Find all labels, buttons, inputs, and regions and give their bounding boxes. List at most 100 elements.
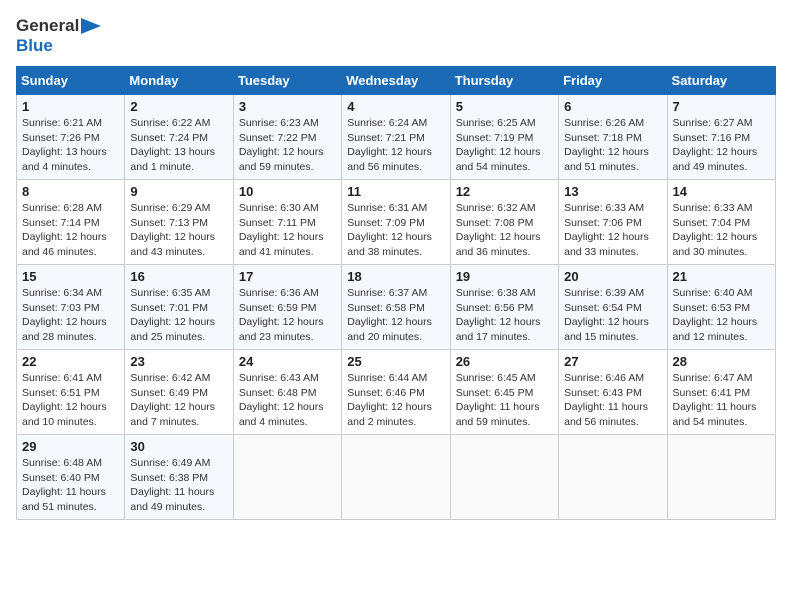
calendar-cell: 15 Sunrise: 6:34 AMSunset: 7:03 PMDayligh… xyxy=(17,265,125,350)
header: General Blue xyxy=(16,16,776,56)
day-detail: Sunrise: 6:39 AMSunset: 6:54 PMDaylight:… xyxy=(564,286,661,345)
calendar-cell xyxy=(559,435,667,520)
calendar-week-row: 29 Sunrise: 6:48 AMSunset: 6:40 PMDayligh… xyxy=(17,435,776,520)
day-detail: Sunrise: 6:35 AMSunset: 7:01 PMDaylight:… xyxy=(130,286,227,345)
calendar-cell: 14 Sunrise: 6:33 AMSunset: 7:04 PMDayligh… xyxy=(667,180,775,265)
day-number: 29 xyxy=(22,439,119,454)
day-detail: Sunrise: 6:42 AMSunset: 6:49 PMDaylight:… xyxy=(130,371,227,430)
weekday-header-sunday: Sunday xyxy=(17,67,125,95)
day-number: 10 xyxy=(239,184,336,199)
day-number: 28 xyxy=(673,354,770,369)
calendar-cell: 23 Sunrise: 6:42 AMSunset: 6:49 PMDayligh… xyxy=(125,350,233,435)
day-number: 30 xyxy=(130,439,227,454)
day-number: 1 xyxy=(22,99,119,114)
day-detail: Sunrise: 6:47 AMSunset: 6:41 PMDaylight:… xyxy=(673,371,770,430)
calendar-cell: 1 Sunrise: 6:21 AMSunset: 7:26 PMDaylight… xyxy=(17,95,125,180)
calendar-cell: 20 Sunrise: 6:39 AMSunset: 6:54 PMDayligh… xyxy=(559,265,667,350)
day-detail: Sunrise: 6:31 AMSunset: 7:09 PMDaylight:… xyxy=(347,201,444,260)
calendar-cell: 11 Sunrise: 6:31 AMSunset: 7:09 PMDayligh… xyxy=(342,180,450,265)
day-detail: Sunrise: 6:25 AMSunset: 7:19 PMDaylight:… xyxy=(456,116,553,175)
calendar-week-row: 1 Sunrise: 6:21 AMSunset: 7:26 PMDaylight… xyxy=(17,95,776,180)
day-number: 25 xyxy=(347,354,444,369)
logo-arrow-icon xyxy=(81,18,101,34)
day-number: 27 xyxy=(564,354,661,369)
calendar-cell: 5Sunrise: 6:25 AMSunset: 7:19 PMDaylight… xyxy=(450,95,558,180)
calendar-cell xyxy=(233,435,341,520)
calendar-cell: 29 Sunrise: 6:48 AMSunset: 6:40 PMDayligh… xyxy=(17,435,125,520)
day-detail: Sunrise: 6:48 AMSunset: 6:40 PMDaylight:… xyxy=(22,456,119,515)
day-number: 14 xyxy=(673,184,770,199)
calendar-cell: 30 Sunrise: 6:49 AMSunset: 6:38 PMDayligh… xyxy=(125,435,233,520)
weekday-header-row: SundayMondayTuesdayWednesdayThursdayFrid… xyxy=(17,67,776,95)
calendar-cell: 24 Sunrise: 6:43 AMSunset: 6:48 PMDayligh… xyxy=(233,350,341,435)
calendar-cell: 17 Sunrise: 6:36 AMSunset: 6:59 PMDayligh… xyxy=(233,265,341,350)
calendar-cell: 16 Sunrise: 6:35 AMSunset: 7:01 PMDayligh… xyxy=(125,265,233,350)
calendar-week-row: 8 Sunrise: 6:28 AMSunset: 7:14 PMDaylight… xyxy=(17,180,776,265)
calendar-cell: 12 Sunrise: 6:32 AMSunset: 7:08 PMDayligh… xyxy=(450,180,558,265)
day-number: 11 xyxy=(347,184,444,199)
calendar-cell: 8 Sunrise: 6:28 AMSunset: 7:14 PMDaylight… xyxy=(17,180,125,265)
calendar-cell: 28 Sunrise: 6:47 AMSunset: 6:41 PMDayligh… xyxy=(667,350,775,435)
day-detail: Sunrise: 6:33 AMSunset: 7:04 PMDaylight:… xyxy=(673,201,770,260)
logo-blue: Blue xyxy=(16,36,53,56)
day-number: 24 xyxy=(239,354,336,369)
calendar-cell: 9 Sunrise: 6:29 AMSunset: 7:13 PMDaylight… xyxy=(125,180,233,265)
calendar-cell: 22Sunrise: 6:41 AMSunset: 6:51 PMDayligh… xyxy=(17,350,125,435)
day-detail: Sunrise: 6:24 AMSunset: 7:21 PMDaylight:… xyxy=(347,116,444,175)
day-detail: Sunrise: 6:36 AMSunset: 6:59 PMDaylight:… xyxy=(239,286,336,345)
weekday-header-saturday: Saturday xyxy=(667,67,775,95)
logo-general: General xyxy=(16,16,79,36)
day-detail: Sunrise: 6:30 AMSunset: 7:11 PMDaylight:… xyxy=(239,201,336,260)
day-number: 3 xyxy=(239,99,336,114)
day-number: 13 xyxy=(564,184,661,199)
day-number: 23 xyxy=(130,354,227,369)
day-number: 18 xyxy=(347,269,444,284)
day-number: 9 xyxy=(130,184,227,199)
day-detail: Sunrise: 6:21 AMSunset: 7:26 PMDaylight:… xyxy=(22,116,119,175)
weekday-header-friday: Friday xyxy=(559,67,667,95)
day-number: 15 xyxy=(22,269,119,284)
day-number: 4 xyxy=(347,99,444,114)
day-detail: Sunrise: 6:34 AMSunset: 7:03 PMDaylight:… xyxy=(22,286,119,345)
day-detail: Sunrise: 6:49 AMSunset: 6:38 PMDaylight:… xyxy=(130,456,227,515)
calendar-cell xyxy=(450,435,558,520)
day-detail: Sunrise: 6:45 AMSunset: 6:45 PMDaylight:… xyxy=(456,371,553,430)
day-number: 8 xyxy=(22,184,119,199)
calendar-cell xyxy=(342,435,450,520)
day-number: 19 xyxy=(456,269,553,284)
calendar-cell: 27Sunrise: 6:46 AMSunset: 6:43 PMDayligh… xyxy=(559,350,667,435)
weekday-header-tuesday: Tuesday xyxy=(233,67,341,95)
calendar-cell: 25Sunrise: 6:44 AMSunset: 6:46 PMDayligh… xyxy=(342,350,450,435)
day-detail: Sunrise: 6:28 AMSunset: 7:14 PMDaylight:… xyxy=(22,201,119,260)
calendar-cell: 6Sunrise: 6:26 AMSunset: 7:18 PMDaylight… xyxy=(559,95,667,180)
day-detail: Sunrise: 6:23 AMSunset: 7:22 PMDaylight:… xyxy=(239,116,336,175)
calendar-cell: 21 Sunrise: 6:40 AMSunset: 6:53 PMDayligh… xyxy=(667,265,775,350)
day-number: 26 xyxy=(456,354,553,369)
calendar-cell: 18Sunrise: 6:37 AMSunset: 6:58 PMDayligh… xyxy=(342,265,450,350)
day-detail: Sunrise: 6:33 AMSunset: 7:06 PMDaylight:… xyxy=(564,201,661,260)
day-number: 12 xyxy=(456,184,553,199)
calendar-week-row: 22Sunrise: 6:41 AMSunset: 6:51 PMDayligh… xyxy=(17,350,776,435)
calendar-table: SundayMondayTuesdayWednesdayThursdayFrid… xyxy=(16,66,776,520)
day-number: 2 xyxy=(130,99,227,114)
day-number: 21 xyxy=(673,269,770,284)
day-detail: Sunrise: 6:32 AMSunset: 7:08 PMDaylight:… xyxy=(456,201,553,260)
day-number: 16 xyxy=(130,269,227,284)
calendar-cell: 7 Sunrise: 6:27 AMSunset: 7:16 PMDaylight… xyxy=(667,95,775,180)
calendar-week-row: 15 Sunrise: 6:34 AMSunset: 7:03 PMDayligh… xyxy=(17,265,776,350)
day-number: 7 xyxy=(673,99,770,114)
day-number: 17 xyxy=(239,269,336,284)
day-detail: Sunrise: 6:43 AMSunset: 6:48 PMDaylight:… xyxy=(239,371,336,430)
calendar-cell: 19Sunrise: 6:38 AMSunset: 6:56 PMDayligh… xyxy=(450,265,558,350)
calendar-cell: 13 Sunrise: 6:33 AMSunset: 7:06 PMDayligh… xyxy=(559,180,667,265)
day-number: 22 xyxy=(22,354,119,369)
calendar-cell: 2Sunrise: 6:22 AMSunset: 7:24 PMDaylight… xyxy=(125,95,233,180)
day-detail: Sunrise: 6:29 AMSunset: 7:13 PMDaylight:… xyxy=(130,201,227,260)
calendar-cell: 10 Sunrise: 6:30 AMSunset: 7:11 PMDayligh… xyxy=(233,180,341,265)
day-detail: Sunrise: 6:26 AMSunset: 7:18 PMDaylight:… xyxy=(564,116,661,175)
logo: General Blue xyxy=(16,16,101,56)
day-detail: Sunrise: 6:27 AMSunset: 7:16 PMDaylight:… xyxy=(673,116,770,175)
day-number: 20 xyxy=(564,269,661,284)
day-detail: Sunrise: 6:40 AMSunset: 6:53 PMDaylight:… xyxy=(673,286,770,345)
weekday-header-monday: Monday xyxy=(125,67,233,95)
